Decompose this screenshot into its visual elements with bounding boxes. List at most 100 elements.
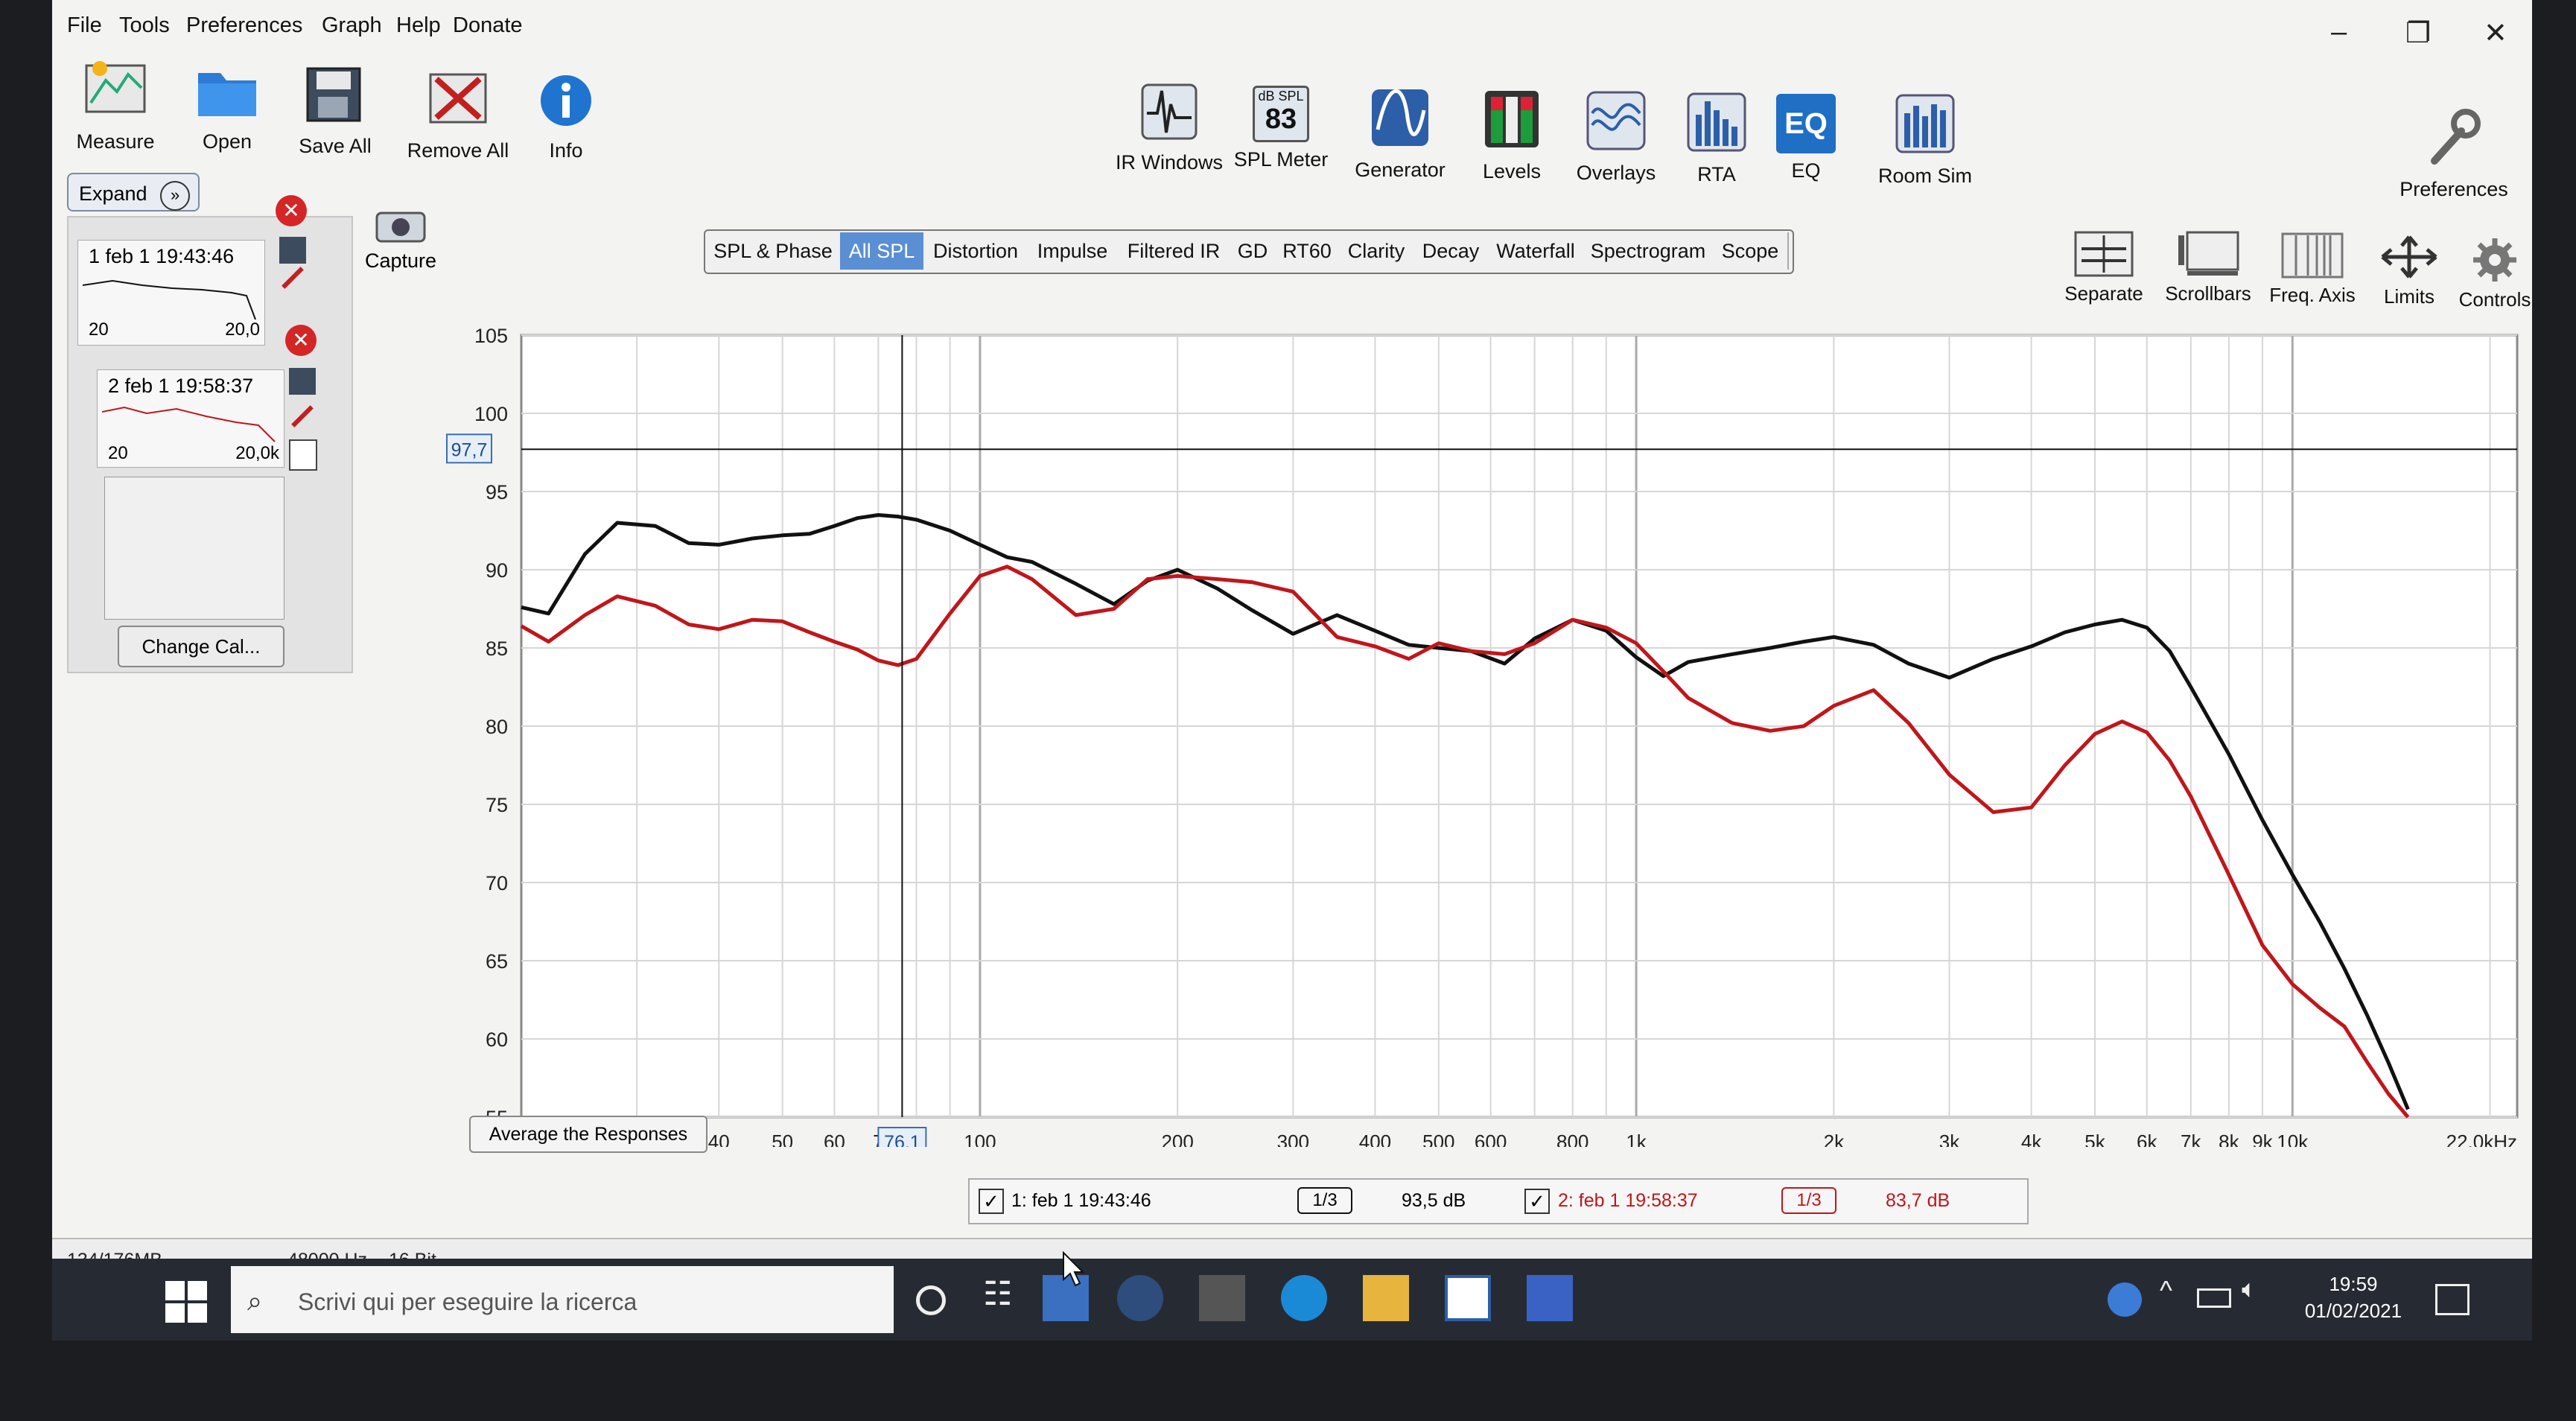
x-tick-label: 500 [1422, 1131, 1454, 1147]
tab-waterfall[interactable]: Waterfall [1488, 232, 1585, 270]
menu-preferences[interactable]: Preferences [186, 13, 302, 38]
y-tick-label: 95 [486, 481, 508, 503]
tab-spl-phase[interactable]: SPL & Phase [706, 232, 842, 270]
remove-measurement-1-icon[interactable]: ✕ [276, 195, 307, 226]
remove-all-icon [429, 73, 487, 124]
controls-button[interactable]: Controls [2443, 237, 2532, 311]
overlays-button[interactable]: Overlays [1568, 91, 1664, 185]
levels-button[interactable]: Levels [1471, 89, 1553, 183]
save-measurement-2-icon[interactable] [289, 368, 316, 395]
notes-measurement-2-icon[interactable] [289, 439, 317, 471]
wrench-icon [2431, 109, 2481, 165]
app-icon[interactable] [1117, 1275, 1163, 1321]
menu-graph[interactable]: Graph [322, 13, 382, 38]
legend-1-checkbox[interactable]: ✓ [979, 1189, 1004, 1214]
tab-distortion[interactable]: Distortion [923, 232, 1029, 270]
legend-2-checkbox[interactable]: ✓ [1524, 1189, 1550, 1214]
x-tick-label: 8k [2219, 1131, 2239, 1147]
legend-bar: ✓ 1: feb 1 19:43:46 1/3 93,5 dB ✓ 2: feb… [968, 1178, 2029, 1224]
help-icon[interactable] [2108, 1282, 2142, 1317]
expand-label: Expand [79, 182, 147, 205]
menu-donate[interactable]: Donate [453, 13, 523, 38]
y-tick-label: 85 [486, 638, 508, 660]
cortana-icon[interactable] [916, 1285, 946, 1315]
windows-start-icon[interactable] [164, 1279, 210, 1326]
average-responses-button[interactable]: Average the Responses [469, 1116, 707, 1153]
eq-label: EQ [1791, 159, 1821, 182]
tab-spectrogram[interactable]: Spectrogram [1583, 232, 1714, 270]
x-tick-label: 5k [2084, 1131, 2105, 1147]
measurement-1-thumbnail[interactable]: 1 feb 1 19:43:46 20 20,0 [77, 240, 265, 346]
spl-meter-button[interactable]: dB SPL 83 SPL Meter [1229, 86, 1333, 171]
legend-1-level: 93,5 dB [1402, 1190, 1466, 1211]
y-tick-label: 70 [486, 872, 508, 894]
menu-tools[interactable]: Tools [119, 13, 170, 38]
measurement-2-thumbnail[interactable]: 2 feb 1 19:58:37 20 20,0k [97, 369, 284, 468]
minimize-icon[interactable]: – [2331, 16, 2347, 48]
change-cal-button[interactable]: Change Cal... [118, 626, 284, 667]
tab-scope[interactable]: Scope [1713, 232, 1789, 270]
tab-all-spl[interactable]: All SPL [840, 232, 925, 270]
room-sim-button[interactable]: Room Sim [1869, 94, 1981, 188]
menu-bar: File Tools Preferences Graph Help Donate… [52, 0, 2532, 61]
expand-button[interactable]: Expand » [67, 173, 200, 212]
ir-windows-button[interactable]: IR Windows [1110, 83, 1229, 174]
freq-axis-icon [2281, 232, 2344, 279]
capture-button[interactable]: Capture [356, 206, 445, 273]
taskbar-search[interactable]: ⌕ Scrivi qui per eseguire la ricerca [231, 1266, 894, 1333]
rew-taskbar-icon[interactable] [1527, 1275, 1573, 1321]
tab-decay[interactable]: Decay [1413, 232, 1489, 270]
measurement-1-sparkline [83, 279, 256, 320]
save-all-button[interactable]: Save All [290, 64, 380, 158]
y-axis-label: dB [471, 320, 496, 323]
tab-impulse[interactable]: Impulse [1028, 232, 1119, 270]
separate-button[interactable]: Separate [2048, 231, 2160, 305]
battery-icon[interactable] [2197, 1288, 2231, 1308]
eq-button[interactable]: EQ EQ [1769, 94, 1843, 182]
info-icon [541, 75, 591, 126]
x-tick-label: 60 [824, 1131, 845, 1147]
notifications-icon[interactable] [2435, 1284, 2470, 1315]
rta-label: RTA [1697, 163, 1736, 185]
tab-gd[interactable]: GD [1230, 232, 1276, 270]
legend-2-smoothing[interactable]: 1/3 [1781, 1187, 1836, 1214]
close-icon[interactable]: ✕ [2484, 16, 2507, 50]
menu-file[interactable]: File [67, 13, 102, 38]
tab-rt60[interactable]: RT60 [1275, 232, 1341, 270]
task-view-icon[interactable]: ☷ [983, 1275, 1029, 1321]
scrollbars-button[interactable]: Scrollbars [2152, 231, 2264, 305]
file-explorer-icon[interactable] [1363, 1275, 1409, 1321]
search-icon: ⌕ [247, 1285, 263, 1316]
remove-all-button[interactable]: Remove All [402, 69, 514, 162]
save-measurement-1-icon[interactable] [279, 237, 306, 264]
measurement-1-end: 20,0 [225, 320, 260, 340]
x-tick-label: 4k [2021, 1131, 2042, 1147]
remove-measurement-2-icon[interactable]: ✕ [285, 325, 317, 356]
save-all-icon [306, 67, 361, 122]
ir-windows-icon [1141, 83, 1198, 140]
restore-icon[interactable]: ❐ [2405, 16, 2431, 50]
generator-button[interactable]: Generator [1348, 88, 1452, 182]
tab-clarity[interactable]: Clarity [1339, 232, 1415, 270]
x-tick-label: 1k [1626, 1131, 1647, 1147]
volume-icon[interactable]: 🔈︎ [2242, 1275, 2288, 1321]
preferences-label: Preferences [2400, 178, 2508, 200]
open-button[interactable]: Open [190, 66, 264, 153]
x-tick-label: 40 [708, 1131, 730, 1147]
preferences-button[interactable]: Preferences [2391, 104, 2517, 201]
freq-axis-button[interactable]: Freq. Axis [2257, 232, 2368, 307]
menu-help[interactable]: Help [396, 13, 441, 38]
calculator-icon[interactable] [1199, 1275, 1245, 1321]
spl-chart: 556065707580859095100105dB20304050607100… [432, 301, 2532, 1155]
rta-button[interactable]: RTA [1676, 92, 1758, 186]
rta-icon [1687, 92, 1746, 152]
generator-icon [1372, 89, 1428, 146]
legend-1-smoothing[interactable]: 1/3 [1297, 1187, 1352, 1214]
tab-filtered-ir[interactable]: Filtered IR [1117, 232, 1232, 270]
editor-icon[interactable] [1445, 1275, 1491, 1321]
freq-axis-label: Freq. Axis [2269, 284, 2356, 306]
info-button[interactable]: Info [529, 73, 603, 162]
taskbar-clock[interactable]: 19:59 01/02/2021 [2294, 1271, 2413, 1324]
edge-icon[interactable] [1281, 1275, 1327, 1321]
measure-button[interactable]: Measure [74, 58, 156, 153]
